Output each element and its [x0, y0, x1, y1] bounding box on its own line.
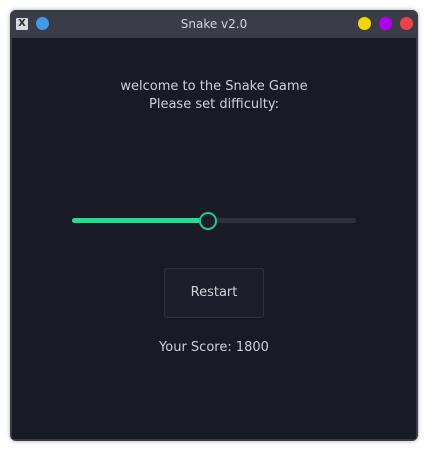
welcome-line: welcome to the Snake Game	[120, 79, 308, 94]
minimize-button[interactable]	[358, 17, 371, 30]
difficulty-prompt: Please set difficulty:	[149, 97, 279, 112]
app-window: X Snake v2.0 welcome to the Snake Game P…	[10, 10, 418, 441]
window-title: Snake v2.0	[180, 17, 248, 31]
slider-fill	[72, 218, 208, 223]
score-label: Your Score: 1800	[159, 340, 269, 355]
titlebar[interactable]: X Snake v2.0	[10, 10, 418, 38]
difficulty-slider[interactable]	[72, 211, 356, 231]
restart-button[interactable]: Restart	[164, 268, 264, 318]
game-content: welcome to the Snake Game Please set dif…	[12, 38, 416, 439]
slider-handle[interactable]	[199, 212, 217, 230]
close-button[interactable]	[400, 17, 413, 30]
welcome-message: welcome to the Snake Game Please set dif…	[12, 78, 416, 114]
maximize-button[interactable]	[379, 17, 392, 30]
